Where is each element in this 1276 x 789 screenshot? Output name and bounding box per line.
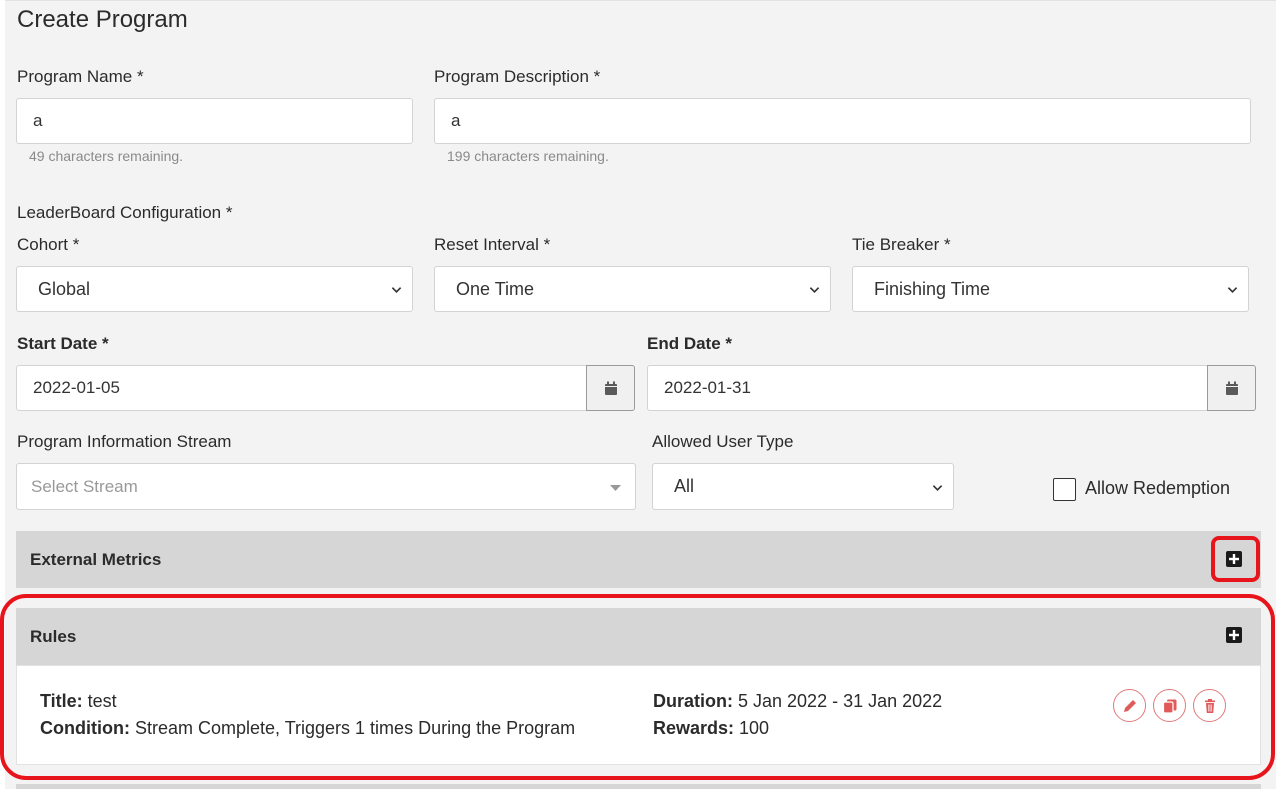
end-date-label: End Date *	[647, 334, 733, 353]
cohort-label: Cohort *	[17, 235, 80, 254]
rule-condition-value: Stream Complete, Triggers 1 times During…	[129, 718, 576, 738]
tie-breaker-value: Finishing Time	[874, 278, 991, 299]
next-panel-edge	[16, 784, 1261, 789]
program-description-input[interactable]: a	[434, 98, 1251, 144]
copy-icon	[1162, 699, 1176, 714]
rule-rewards-label: Rewards:	[653, 718, 735, 738]
reset-interval-select[interactable]: One Time	[434, 266, 831, 312]
rule-card: Title: test Condition: Stream Complete, …	[16, 665, 1261, 765]
rule-title-label: Title:	[40, 691, 83, 711]
trash-icon	[1204, 698, 1215, 713]
allow-redemption-label[interactable]: Allow Redemption	[1085, 478, 1230, 499]
start-date-input[interactable]: 2022-01-05	[16, 365, 587, 411]
info-stream-placeholder: Select Stream	[31, 476, 138, 496]
program-description-hint: 199 characters remaining.	[447, 148, 609, 164]
program-name-hint: 49 characters remaining.	[29, 148, 184, 164]
reset-interval-label: Reset Interval *	[434, 235, 551, 254]
rule-condition-label: Condition:	[40, 718, 130, 738]
add-rule-icon[interactable]	[1226, 627, 1242, 643]
user-type-value: All	[674, 476, 695, 496]
tie-breaker-label: Tie Breaker *	[852, 235, 951, 254]
page-title: Create Program	[17, 6, 188, 33]
cohort-value: Global	[38, 278, 91, 299]
chevron-down-icon	[809, 287, 820, 293]
pencil-icon	[1123, 699, 1136, 712]
rule-rewards-value: 100	[734, 718, 770, 738]
rule-title-line: Title: test	[40, 691, 117, 712]
chevron-down-icon	[1227, 287, 1238, 293]
add-external-metric-icon[interactable]	[1226, 551, 1242, 567]
rules-title: Rules	[30, 626, 77, 646]
rule-duration-value: 5 Jan 2022 - 31 Jan 2022	[733, 691, 943, 711]
chevron-down-icon	[391, 287, 402, 293]
delete-rule-button[interactable]	[1193, 689, 1226, 722]
end-date-input[interactable]: 2022-01-31	[647, 365, 1208, 411]
rule-duration-label: Duration:	[653, 691, 733, 711]
rule-title-value: test	[82, 691, 117, 711]
copy-rule-button[interactable]	[1153, 689, 1186, 722]
leaderboard-heading: LeaderBoard Configuration *	[17, 203, 233, 222]
cohort-select[interactable]: Global	[16, 266, 413, 312]
rule-duration-line: Duration: 5 Jan 2022 - 31 Jan 2022	[653, 691, 942, 712]
end-date-calendar-button[interactable]	[1207, 365, 1256, 411]
program-name-input[interactable]: a	[16, 98, 413, 144]
reset-interval-value: One Time	[456, 278, 535, 299]
external-metrics-header: External Metrics	[16, 531, 1261, 588]
start-date-calendar-button[interactable]	[586, 365, 635, 411]
chevron-down-icon	[932, 484, 943, 491]
program-name-label: Program Name *	[17, 67, 144, 86]
rule-rewards-line: Rewards: 100	[653, 718, 769, 739]
tie-breaker-select[interactable]: Finishing Time	[852, 266, 1249, 312]
edit-rule-button[interactable]	[1113, 689, 1146, 722]
caret-down-icon	[610, 485, 621, 491]
rule-condition-line: Condition: Stream Complete, Triggers 1 t…	[40, 718, 575, 739]
rules-header: Rules	[16, 608, 1261, 665]
program-description-label: Program Description *	[434, 67, 601, 86]
user-type-label: Allowed User Type	[652, 432, 794, 451]
calendar-icon	[1225, 381, 1238, 395]
start-date-label: Start Date *	[17, 334, 109, 353]
info-stream-label: Program Information Stream	[17, 432, 232, 451]
external-metrics-title: External Metrics	[30, 549, 162, 569]
calendar-icon	[604, 381, 617, 395]
create-program-page: Create Program Program Name * a 49 chara…	[0, 0, 1276, 789]
info-stream-select[interactable]: Select Stream	[16, 463, 636, 510]
user-type-select[interactable]: All	[652, 463, 954, 510]
allow-redemption-checkbox[interactable]	[1053, 478, 1076, 501]
